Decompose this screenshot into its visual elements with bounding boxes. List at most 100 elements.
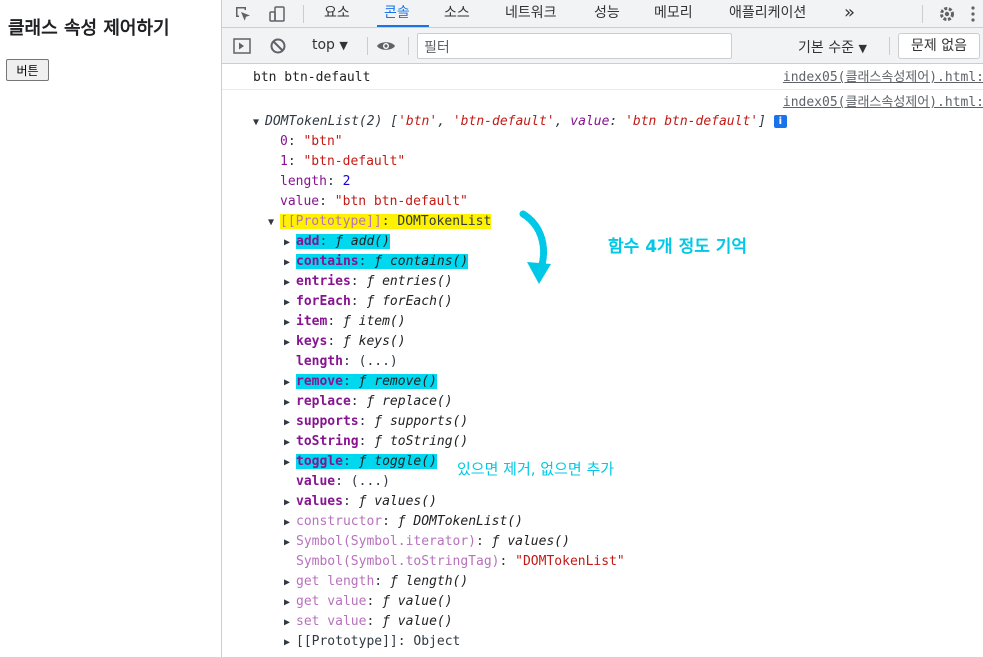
prototype-member-row[interactable]: Symbol(Symbol.toStringTag): "DOMTokenLis… (284, 552, 625, 572)
tab-console[interactable]: 콘솔 (384, 0, 410, 28)
member-value: toString() (389, 434, 469, 449)
prototype-member-row[interactable]: length: (...) (284, 352, 398, 372)
prototype-member-row[interactable]: ▶ toString: ƒ toString() (284, 432, 468, 452)
prototype-member-row[interactable]: ▶ forEach: ƒ forEach() (284, 292, 453, 312)
member-value: toggle() (374, 454, 437, 469)
prototype-member-row[interactable]: ▶ replace: ƒ replace() (284, 392, 453, 412)
page-button[interactable]: 버튼 (6, 59, 49, 81)
member-key: [[Prototype]] (296, 634, 398, 649)
tab-memory[interactable]: 메모리 (654, 0, 693, 28)
issues-button[interactable]: 문제 없음 (898, 33, 980, 59)
prototype-member-row[interactable]: ▶ toggle: ƒ toggle() (284, 452, 437, 472)
collapsed-triangle-icon[interactable]: ▶ (284, 373, 296, 393)
collapsed-triangle-icon[interactable]: ▶ (284, 333, 296, 353)
member-value: forEach() (382, 294, 453, 309)
clear-console-icon[interactable] (266, 34, 290, 58)
member-key: set value (296, 614, 367, 629)
property-row: value: "btn btn-default" (280, 194, 468, 209)
prototype-member-row[interactable]: ▶ values: ƒ values() (284, 492, 437, 512)
member-value: supports() (389, 414, 469, 429)
property-row: 1: "btn-default" (280, 154, 406, 169)
sidebar-toggle-icon[interactable] (230, 34, 254, 58)
property-row: 0: "btn" (280, 134, 343, 149)
collapsed-triangle-icon[interactable]: ▶ (284, 573, 296, 593)
collapsed-triangle-icon[interactable]: ▶ (284, 433, 296, 453)
member-key: values (296, 494, 343, 509)
prototype-member-row[interactable]: ▶ remove: ƒ remove() (284, 372, 437, 392)
filter-input[interactable]: 필터 (417, 33, 732, 59)
settings-gear-icon[interactable] (935, 2, 959, 26)
devtools-panel: 요소 콘솔 소스 네트워크 성능 메모리 애플리케이션 » top ▼ 필터 기… (221, 0, 983, 657)
member-content: supports: ƒ supports() (296, 414, 469, 429)
highlighted-member: contains: ƒ contains() (296, 254, 469, 269)
tab-network[interactable]: 네트워크 (505, 0, 557, 28)
tab-elements[interactable]: 요소 (324, 0, 350, 28)
toolbar-divider (408, 37, 409, 55)
function-symbol: ƒ (358, 494, 375, 509)
log-source-link[interactable]: index05(클래스속성제어).html: (783, 93, 983, 113)
collapsed-triangle-icon[interactable]: ▶ (284, 313, 296, 333)
tabbar-divider (303, 5, 304, 23)
prototype-member-row[interactable]: ▶ item: ƒ item() (284, 312, 406, 332)
collapsed-triangle-icon[interactable]: ▶ (284, 493, 296, 513)
prototype-member-row[interactable]: ▶ keys: ƒ keys() (284, 332, 406, 352)
info-icon[interactable]: i (773, 115, 787, 128)
collapsed-triangle-icon[interactable]: ▶ (284, 393, 296, 413)
collapsed-triangle-icon[interactable]: ▶ (284, 233, 296, 253)
prototype-member-row[interactable]: ▶ get value: ƒ value() (284, 592, 453, 612)
log-levels-dropdown[interactable]: 기본 수준 ▼ (798, 37, 867, 57)
prototype-member-row[interactable]: value: (...) (284, 472, 390, 492)
member-content: set value: ƒ value() (296, 614, 453, 629)
tab-performance[interactable]: 성능 (594, 0, 620, 28)
function-symbol: ƒ (491, 534, 508, 549)
inspect-element-icon[interactable] (231, 2, 255, 26)
collapsed-triangle-icon[interactable]: ▶ (284, 613, 296, 633)
function-symbol: ƒ (382, 614, 398, 629)
log-source-link[interactable]: index05(클래스속성제어).html: (783, 68, 983, 88)
expanded-triangle-icon[interactable]: ▼ (268, 213, 280, 233)
highlighted-member: toggle: ƒ toggle() (296, 454, 437, 469)
collapsed-triangle-icon[interactable]: ▶ (284, 453, 296, 473)
prototype-row[interactable]: ▼ [[Prototype]]: DOMTokenList (268, 212, 492, 233)
domtokenlist-summary[interactable]: ▼ DOMTokenList(2) ['btn', 'btn-default', … (253, 112, 787, 132)
prototype-member-row[interactable]: ▶ entries: ƒ entries() (284, 272, 453, 292)
collapsed-triangle-icon[interactable]: ▶ (284, 513, 296, 533)
function-symbol: ƒ (397, 514, 414, 529)
console-toolbar: top ▼ 필터 기본 수준 ▼ 문제 없음 (222, 28, 983, 64)
more-tabs-button[interactable]: » (844, 0, 855, 28)
collapsed-triangle-icon[interactable]: ▶ (284, 533, 296, 553)
tab-application[interactable]: 애플리케이션 (729, 0, 806, 28)
prototype-member-row[interactable]: ▶ set value: ƒ value() (284, 612, 453, 632)
function-symbol: ƒ (366, 274, 383, 289)
live-expression-eye-icon[interactable] (374, 34, 398, 58)
prototype-member-row[interactable]: ▶ [[Prototype]]: Object (284, 632, 460, 652)
context-selector[interactable]: top ▼ (312, 37, 348, 53)
collapsed-triangle-icon[interactable]: ▶ (284, 633, 296, 653)
collapsed-triangle-icon[interactable]: ▶ (284, 273, 296, 293)
member-key: contains (296, 254, 359, 269)
tab-sources[interactable]: 소스 (444, 0, 470, 28)
prototype-member-row[interactable]: ▶ contains: ƒ contains() (284, 252, 469, 273)
member-content: entries: ƒ entries() (296, 274, 453, 289)
collapsed-triangle-icon[interactable]: ▶ (284, 593, 296, 613)
collapsed-triangle-icon[interactable]: ▶ (284, 413, 296, 433)
device-toolbar-icon[interactable] (265, 2, 289, 26)
summary-value: 'btn btn-default' (625, 114, 759, 129)
devtools-tabbar: 요소 콘솔 소스 네트워크 성능 메모리 애플리케이션 » (222, 0, 983, 28)
member-key: entries (296, 274, 351, 289)
collapsed-triangle-icon[interactable]: ▶ (284, 253, 296, 273)
log-levels-label: 기본 수준 (798, 40, 854, 56)
prototype-member-row[interactable]: ▶ Symbol(Symbol.iterator): ƒ values() (284, 532, 570, 552)
collapsed-triangle-icon[interactable]: ▶ (284, 293, 296, 313)
expanded-triangle-icon[interactable]: ▼ (253, 113, 265, 133)
annotation-note: 있으면 제거, 없으면 추가 (457, 460, 615, 478)
member-value: (...) (358, 354, 398, 369)
summary-value: 'btn-default' (452, 114, 555, 129)
member-content: keys: ƒ keys() (296, 334, 406, 349)
prototype-member-row[interactable]: ▶ constructor: ƒ DOMTokenList() (284, 512, 523, 532)
member-value: "DOMTokenList" (515, 554, 625, 569)
prototype-member-row[interactable]: ▶ get length: ƒ length() (284, 572, 468, 592)
prototype-member-row[interactable]: ▶ supports: ƒ supports() (284, 412, 468, 432)
more-options-icon[interactable] (964, 2, 982, 26)
prototype-member-row[interactable]: ▶ add: ƒ add() (284, 232, 390, 252)
